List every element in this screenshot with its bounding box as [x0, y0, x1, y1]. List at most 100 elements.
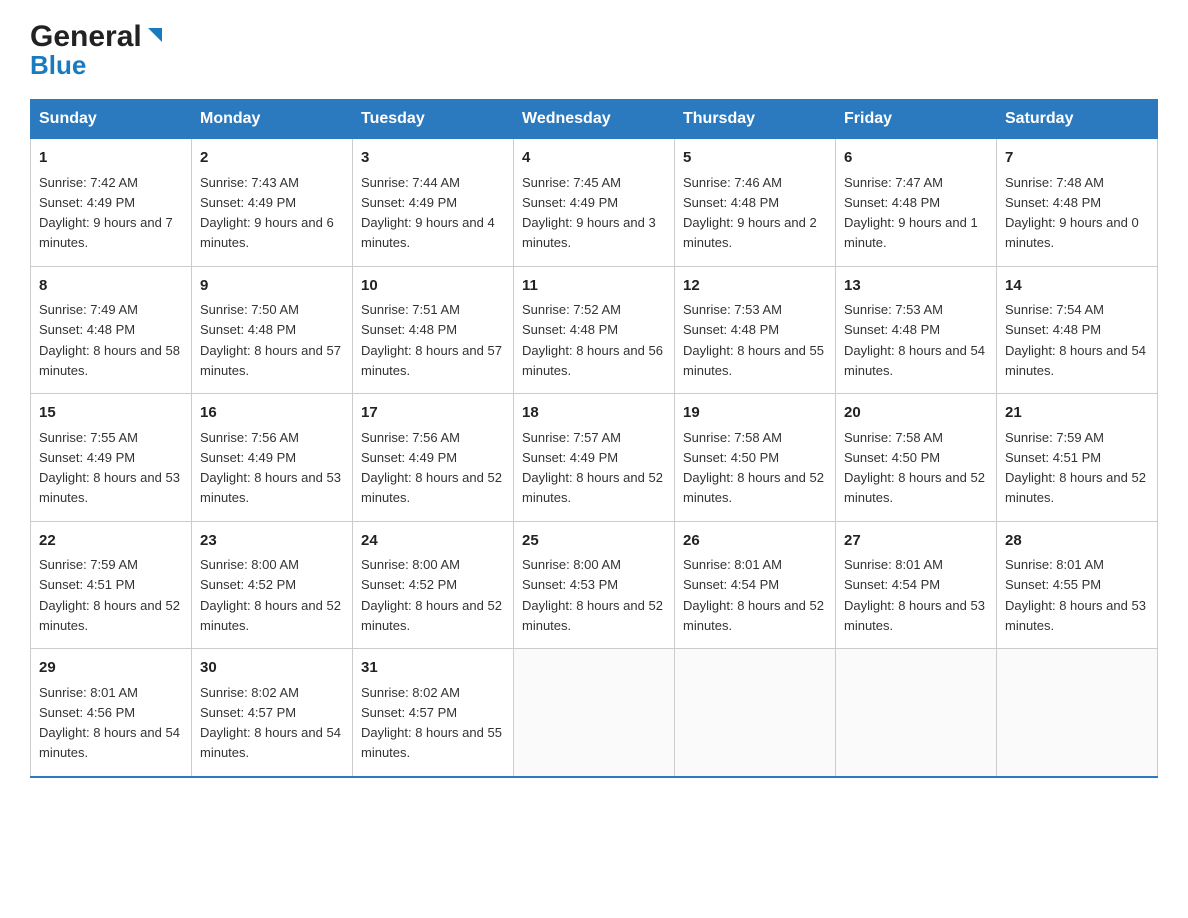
day-number: 29: [39, 657, 183, 680]
calendar-week-2: 8 Sunrise: 7:49 AMSunset: 4:48 PMDayligh…: [31, 266, 1158, 394]
logo-blue: Blue: [30, 50, 86, 81]
weekday-friday: Friday: [836, 100, 997, 139]
day-number: 30: [200, 657, 344, 680]
day-number: 1: [39, 147, 183, 170]
day-info: Sunrise: 8:02 AMSunset: 4:57 PMDaylight:…: [361, 685, 502, 761]
day-number: 8: [39, 275, 183, 298]
day-number: 11: [522, 275, 666, 298]
day-number: 5: [683, 147, 827, 170]
day-info: Sunrise: 7:42 AMSunset: 4:49 PMDaylight:…: [39, 175, 173, 251]
day-number: 26: [683, 530, 827, 553]
calendar-cell: 22 Sunrise: 7:59 AMSunset: 4:51 PMDaylig…: [31, 521, 192, 649]
weekday-saturday: Saturday: [997, 100, 1158, 139]
weekday-wednesday: Wednesday: [514, 100, 675, 139]
day-info: Sunrise: 8:00 AMSunset: 4:52 PMDaylight:…: [361, 557, 502, 633]
day-info: Sunrise: 7:56 AMSunset: 4:49 PMDaylight:…: [361, 430, 502, 506]
day-number: 6: [844, 147, 988, 170]
calendar-cell: 15 Sunrise: 7:55 AMSunset: 4:49 PMDaylig…: [31, 394, 192, 522]
calendar-cell: 19 Sunrise: 7:58 AMSunset: 4:50 PMDaylig…: [675, 394, 836, 522]
day-number: 18: [522, 402, 666, 425]
calendar-cell: [514, 649, 675, 777]
calendar-cell: 21 Sunrise: 7:59 AMSunset: 4:51 PMDaylig…: [997, 394, 1158, 522]
day-number: 21: [1005, 402, 1149, 425]
day-number: 15: [39, 402, 183, 425]
day-number: 14: [1005, 275, 1149, 298]
calendar-cell: 2 Sunrise: 7:43 AMSunset: 4:49 PMDayligh…: [192, 139, 353, 267]
calendar-cell: [997, 649, 1158, 777]
calendar-cell: 28 Sunrise: 8:01 AMSunset: 4:55 PMDaylig…: [997, 521, 1158, 649]
day-number: 3: [361, 147, 505, 170]
calendar-cell: 25 Sunrise: 8:00 AMSunset: 4:53 PMDaylig…: [514, 521, 675, 649]
day-info: Sunrise: 7:57 AMSunset: 4:49 PMDaylight:…: [522, 430, 663, 506]
weekday-sunday: Sunday: [31, 100, 192, 139]
day-number: 19: [683, 402, 827, 425]
day-info: Sunrise: 8:00 AMSunset: 4:53 PMDaylight:…: [522, 557, 663, 633]
calendar-cell: 8 Sunrise: 7:49 AMSunset: 4:48 PMDayligh…: [31, 266, 192, 394]
day-info: Sunrise: 7:43 AMSunset: 4:49 PMDaylight:…: [200, 175, 334, 251]
calendar-cell: 31 Sunrise: 8:02 AMSunset: 4:57 PMDaylig…: [353, 649, 514, 777]
day-info: Sunrise: 7:58 AMSunset: 4:50 PMDaylight:…: [683, 430, 824, 506]
calendar-cell: 7 Sunrise: 7:48 AMSunset: 4:48 PMDayligh…: [997, 139, 1158, 267]
day-info: Sunrise: 7:53 AMSunset: 4:48 PMDaylight:…: [683, 302, 824, 378]
day-info: Sunrise: 8:00 AMSunset: 4:52 PMDaylight:…: [200, 557, 341, 633]
logo-general: General: [30, 20, 142, 54]
day-info: Sunrise: 7:47 AMSunset: 4:48 PMDaylight:…: [844, 175, 978, 251]
calendar-cell: 3 Sunrise: 7:44 AMSunset: 4:49 PMDayligh…: [353, 139, 514, 267]
day-info: Sunrise: 7:55 AMSunset: 4:49 PMDaylight:…: [39, 430, 180, 506]
day-number: 7: [1005, 147, 1149, 170]
day-info: Sunrise: 7:45 AMSunset: 4:49 PMDaylight:…: [522, 175, 656, 251]
day-number: 17: [361, 402, 505, 425]
day-number: 20: [844, 402, 988, 425]
day-info: Sunrise: 7:49 AMSunset: 4:48 PMDaylight:…: [39, 302, 180, 378]
calendar-cell: 16 Sunrise: 7:56 AMSunset: 4:49 PMDaylig…: [192, 394, 353, 522]
day-info: Sunrise: 7:53 AMSunset: 4:48 PMDaylight:…: [844, 302, 985, 378]
weekday-header-row: SundayMondayTuesdayWednesdayThursdayFrid…: [31, 100, 1158, 139]
logo: General Blue: [30, 20, 166, 81]
calendar-week-4: 22 Sunrise: 7:59 AMSunset: 4:51 PMDaylig…: [31, 521, 1158, 649]
day-number: 4: [522, 147, 666, 170]
day-number: 31: [361, 657, 505, 680]
calendar-cell: 6 Sunrise: 7:47 AMSunset: 4:48 PMDayligh…: [836, 139, 997, 267]
calendar-cell: 18 Sunrise: 7:57 AMSunset: 4:49 PMDaylig…: [514, 394, 675, 522]
day-info: Sunrise: 7:58 AMSunset: 4:50 PMDaylight:…: [844, 430, 985, 506]
day-info: Sunrise: 7:51 AMSunset: 4:48 PMDaylight:…: [361, 302, 502, 378]
calendar-cell: 17 Sunrise: 7:56 AMSunset: 4:49 PMDaylig…: [353, 394, 514, 522]
day-number: 22: [39, 530, 183, 553]
day-info: Sunrise: 8:01 AMSunset: 4:54 PMDaylight:…: [844, 557, 985, 633]
day-number: 24: [361, 530, 505, 553]
calendar-cell: [675, 649, 836, 777]
calendar-table: SundayMondayTuesdayWednesdayThursdayFrid…: [30, 99, 1158, 778]
calendar-cell: 4 Sunrise: 7:45 AMSunset: 4:49 PMDayligh…: [514, 139, 675, 267]
day-number: 10: [361, 275, 505, 298]
logo-triangle-icon: [144, 24, 166, 46]
day-info: Sunrise: 7:44 AMSunset: 4:49 PMDaylight:…: [361, 175, 495, 251]
calendar-cell: 26 Sunrise: 8:01 AMSunset: 4:54 PMDaylig…: [675, 521, 836, 649]
calendar-week-1: 1 Sunrise: 7:42 AMSunset: 4:49 PMDayligh…: [31, 139, 1158, 267]
calendar-cell: 23 Sunrise: 8:00 AMSunset: 4:52 PMDaylig…: [192, 521, 353, 649]
day-number: 27: [844, 530, 988, 553]
day-info: Sunrise: 8:01 AMSunset: 4:56 PMDaylight:…: [39, 685, 180, 761]
calendar-cell: 1 Sunrise: 7:42 AMSunset: 4:49 PMDayligh…: [31, 139, 192, 267]
day-number: 13: [844, 275, 988, 298]
calendar-cell: 27 Sunrise: 8:01 AMSunset: 4:54 PMDaylig…: [836, 521, 997, 649]
day-info: Sunrise: 8:01 AMSunset: 4:55 PMDaylight:…: [1005, 557, 1146, 633]
calendar-body: 1 Sunrise: 7:42 AMSunset: 4:49 PMDayligh…: [31, 139, 1158, 777]
day-number: 23: [200, 530, 344, 553]
calendar-cell: 20 Sunrise: 7:58 AMSunset: 4:50 PMDaylig…: [836, 394, 997, 522]
calendar-cell: 12 Sunrise: 7:53 AMSunset: 4:48 PMDaylig…: [675, 266, 836, 394]
calendar-cell: 30 Sunrise: 8:02 AMSunset: 4:57 PMDaylig…: [192, 649, 353, 777]
day-info: Sunrise: 7:50 AMSunset: 4:48 PMDaylight:…: [200, 302, 341, 378]
day-number: 28: [1005, 530, 1149, 553]
day-number: 12: [683, 275, 827, 298]
weekday-tuesday: Tuesday: [353, 100, 514, 139]
day-info: Sunrise: 7:59 AMSunset: 4:51 PMDaylight:…: [39, 557, 180, 633]
day-info: Sunrise: 8:01 AMSunset: 4:54 PMDaylight:…: [683, 557, 824, 633]
calendar-cell: 29 Sunrise: 8:01 AMSunset: 4:56 PMDaylig…: [31, 649, 192, 777]
weekday-monday: Monday: [192, 100, 353, 139]
calendar-cell: 11 Sunrise: 7:52 AMSunset: 4:48 PMDaylig…: [514, 266, 675, 394]
calendar-cell: 14 Sunrise: 7:54 AMSunset: 4:48 PMDaylig…: [997, 266, 1158, 394]
day-number: 9: [200, 275, 344, 298]
day-info: Sunrise: 7:56 AMSunset: 4:49 PMDaylight:…: [200, 430, 341, 506]
day-number: 2: [200, 147, 344, 170]
day-info: Sunrise: 7:54 AMSunset: 4:48 PMDaylight:…: [1005, 302, 1146, 378]
